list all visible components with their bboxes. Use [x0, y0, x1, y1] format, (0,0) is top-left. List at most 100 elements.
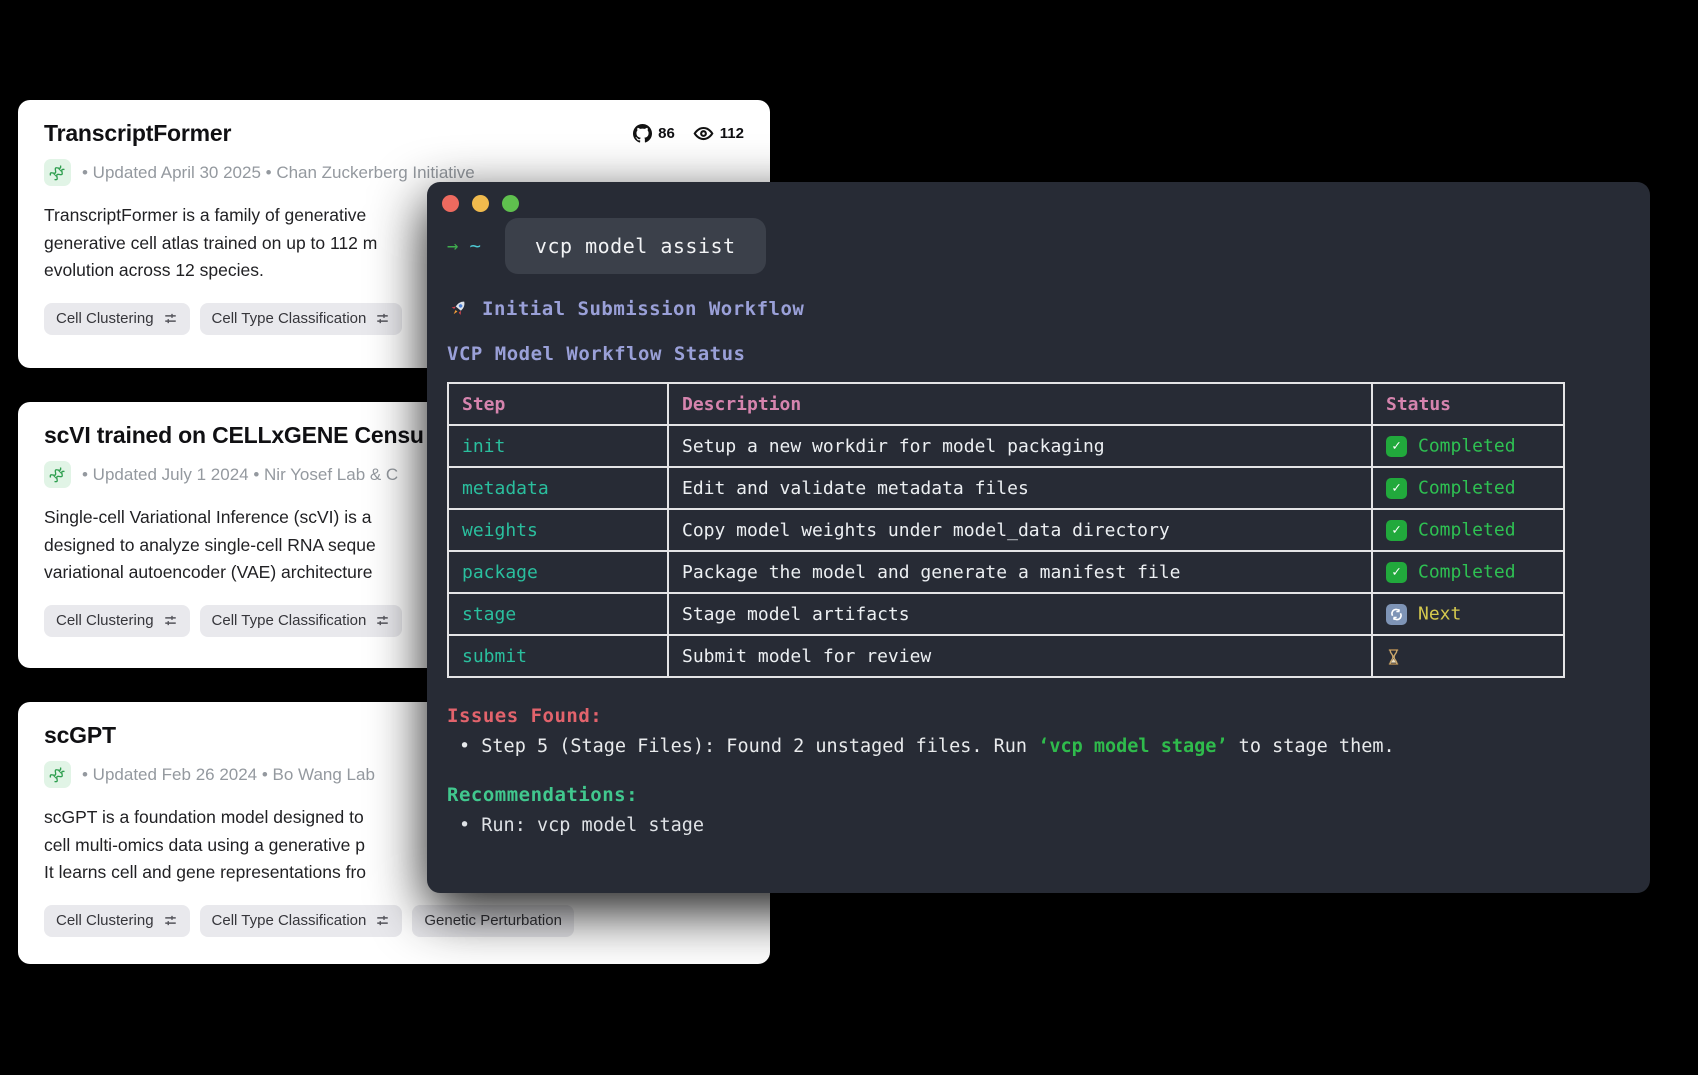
filter-icon: [375, 311, 390, 326]
table-row-submit: submit Submit model for review: [448, 635, 1564, 677]
filter-icon: [375, 613, 390, 628]
recommendations-heading: Recommendations:: [447, 784, 1630, 806]
card-header: TranscriptFormer 86 112: [44, 120, 744, 147]
issue-item: • Step 5 (Stage Files): Found 2 unstaged…: [447, 736, 1630, 757]
step-cell: submit: [448, 635, 668, 677]
tag-cell-clustering[interactable]: Cell Clustering: [44, 905, 190, 937]
description-cell: Stage model artifacts: [668, 593, 1372, 635]
workflow-title-line: Initial Submission Workflow: [447, 298, 1630, 320]
step-cell: weights: [448, 509, 668, 551]
tag-label: Cell Clustering: [56, 612, 154, 629]
github-stars-stat[interactable]: 86: [633, 124, 675, 143]
status-cell: [1372, 635, 1564, 677]
card-stats: 86 112: [633, 123, 744, 144]
issue-command-code: ‘vcp model stage’: [1038, 736, 1227, 757]
command-input[interactable]: vcp model assist: [505, 218, 766, 274]
dna-icon: [44, 761, 71, 788]
tag-label: Cell Type Classification: [212, 310, 367, 327]
step-cell: init: [448, 425, 668, 467]
workflow-title: Initial Submission Workflow: [482, 298, 804, 320]
status-cell: ✓ Completed: [1372, 509, 1564, 551]
table-row-metadata: metadata Edit and validate metadata file…: [448, 467, 1564, 509]
description-cell: Copy model weights under model_data dire…: [668, 509, 1372, 551]
tag-cell-clustering[interactable]: Cell Clustering: [44, 303, 190, 335]
page: TranscriptFormer 86 112: [0, 0, 1698, 1075]
recommendation-item: • Run: vcp model stage: [447, 815, 1630, 836]
tag-genetic-perturbation[interactable]: Genetic Perturbation: [412, 905, 574, 937]
status-label: Completed: [1418, 478, 1516, 499]
header-status: Status: [1372, 383, 1564, 425]
tag-label: Cell Clustering: [56, 912, 154, 929]
workflow-table: Step Description Status init Setup a new…: [447, 382, 1565, 678]
dna-icon: [44, 461, 71, 488]
header-description: Description: [668, 383, 1372, 425]
terminal-window: → ~ vcp model assist Initial Submission …: [427, 182, 1650, 893]
window-controls: [442, 195, 519, 212]
tag-cell-clustering[interactable]: Cell Clustering: [44, 605, 190, 637]
status-cell: Next: [1372, 593, 1564, 635]
prompt-row: → ~ vcp model assist: [447, 218, 1630, 274]
table-row-package: package Package the model and generate a…: [448, 551, 1564, 593]
status-cell: ✓ Completed: [1372, 551, 1564, 593]
tag-cell-type-classification[interactable]: Cell Type Classification: [200, 905, 403, 937]
tag-cell-type-classification[interactable]: Cell Type Classification: [200, 303, 403, 335]
eye-icon: [693, 123, 714, 144]
hourglass-icon: [1386, 648, 1401, 666]
card-meta-text: • Updated April 30 2025 • Chan Zuckerber…: [82, 163, 475, 183]
status-title: VCP Model Workflow Status: [447, 343, 1630, 365]
check-icon: ✓: [1386, 478, 1407, 499]
table-row-stage: stage Stage model artifacts Next: [448, 593, 1564, 635]
check-icon: ✓: [1386, 562, 1407, 583]
filter-icon: [375, 913, 390, 928]
status-label: Next: [1418, 604, 1461, 625]
filter-icon: [163, 311, 178, 326]
card-title: scGPT: [44, 722, 116, 749]
views-stat[interactable]: 112: [693, 123, 744, 144]
check-icon: ✓: [1386, 520, 1407, 541]
check-icon: ✓: [1386, 436, 1407, 457]
minimize-button[interactable]: [472, 195, 489, 212]
table-header-row: Step Description Status: [448, 383, 1564, 425]
issue-text-pre: • Step 5 (Stage Files): Found 2 unstaged…: [459, 736, 1038, 757]
status-label: Completed: [1418, 436, 1516, 457]
description-cell: Submit model for review: [668, 635, 1372, 677]
description-cell: Package the model and generate a manifes…: [668, 551, 1372, 593]
tag-label: Cell Clustering: [56, 310, 154, 327]
prompt-arrow: →: [447, 235, 458, 257]
github-icon: [633, 124, 652, 143]
step-cell: stage: [448, 593, 668, 635]
description-cell: Setup a new workdir for model packaging: [668, 425, 1372, 467]
description-cell: Edit and validate metadata files: [668, 467, 1372, 509]
table-row-weights: weights Copy model weights under model_d…: [448, 509, 1564, 551]
terminal-body: → ~ vcp model assist Initial Submission …: [427, 182, 1650, 836]
step-cell: package: [448, 551, 668, 593]
refresh-icon: [1386, 604, 1407, 625]
card-title: scVI trained on CELLxGENE Censu: [44, 422, 424, 449]
card-title: TranscriptFormer: [44, 120, 231, 147]
table-row-init: init Setup a new workdir for model packa…: [448, 425, 1564, 467]
card-tags: Cell Clustering Cell Type Classification…: [44, 905, 744, 937]
github-stars-count: 86: [658, 125, 675, 142]
status-label: Completed: [1418, 562, 1516, 583]
maximize-button[interactable]: [502, 195, 519, 212]
card-meta-text: • Updated July 1 2024 • Nir Yosef Lab & …: [82, 465, 398, 485]
prompt-path: ~: [469, 235, 480, 257]
tag-cell-type-classification[interactable]: Cell Type Classification: [200, 605, 403, 637]
tag-label: Cell Type Classification: [212, 612, 367, 629]
step-cell: metadata: [448, 467, 668, 509]
status-cell: ✓ Completed: [1372, 467, 1564, 509]
filter-icon: [163, 913, 178, 928]
views-count: 112: [720, 125, 744, 142]
status-cell: ✓ Completed: [1372, 425, 1564, 467]
issue-text-post: to stage them.: [1228, 736, 1395, 757]
card-meta-text: • Updated Feb 26 2024 • Bo Wang Lab: [82, 765, 375, 785]
issues-heading: Issues Found:: [447, 705, 1630, 727]
rocket-icon: [447, 298, 469, 320]
filter-icon: [163, 613, 178, 628]
close-button[interactable]: [442, 195, 459, 212]
dna-icon: [44, 159, 71, 186]
header-step: Step: [448, 383, 668, 425]
tag-label: Genetic Perturbation: [424, 912, 562, 929]
status-label: Completed: [1418, 520, 1516, 541]
tag-label: Cell Type Classification: [212, 912, 367, 929]
